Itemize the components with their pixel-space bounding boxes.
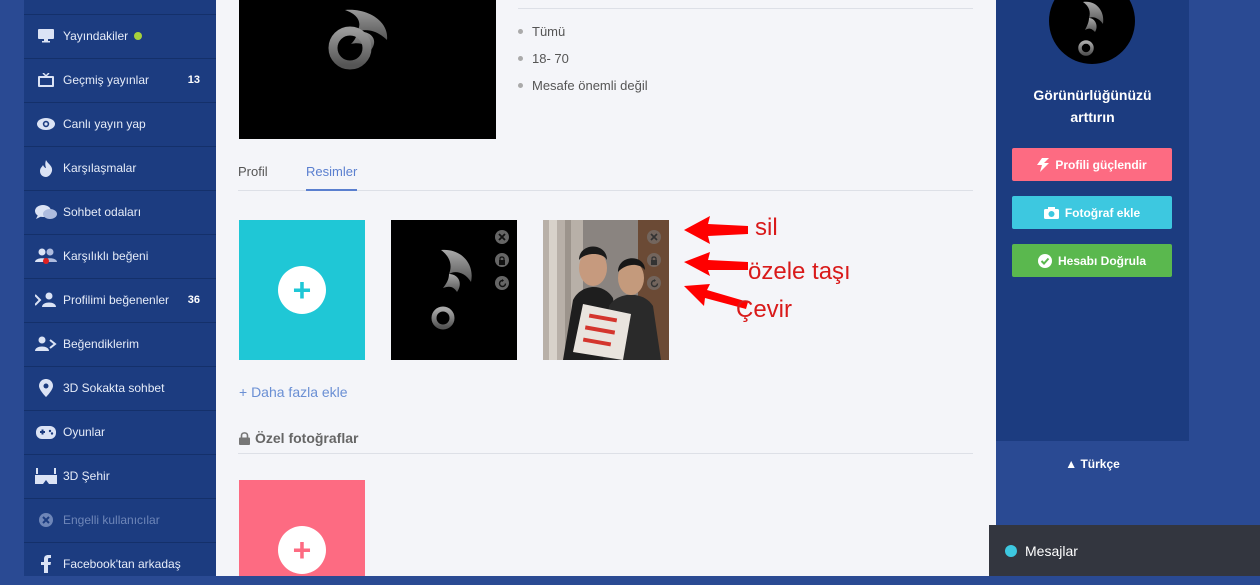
gamepad-icon xyxy=(34,425,58,439)
profile-likers-count: 36 xyxy=(187,294,200,306)
tab-pictures[interactable]: Resimler xyxy=(306,164,358,191)
lock-icon[interactable] xyxy=(495,253,509,267)
profile-photo[interactable] xyxy=(239,0,496,139)
promo-line-2: arttırın xyxy=(1070,109,1115,125)
verify-account-label: Hesabı Doğrula xyxy=(1057,253,1147,268)
brand-logo-icon xyxy=(328,9,388,70)
sidebar-item-live[interactable]: Yayındakiler xyxy=(24,14,216,57)
sidebar-item-go-live[interactable]: Canlı yayın yap xyxy=(24,102,216,145)
delete-icon[interactable] xyxy=(495,230,509,244)
user-arrow-icon xyxy=(34,292,58,308)
sidebar-item-label: Karşılaşmalar xyxy=(63,161,137,175)
flame-icon xyxy=(34,159,58,177)
private-photos-title: Özel fotoğraflar xyxy=(239,430,358,446)
sidebar-item-label: Sohbet odaları xyxy=(63,205,142,219)
live-indicator xyxy=(134,32,143,40)
sidebar: Yayındakiler Geçmiş yayınlar 13 Canlı ya… xyxy=(24,0,216,576)
photo-thumbnail-people[interactable] xyxy=(543,220,669,360)
info-divider xyxy=(518,8,973,9)
promo-line-1: Görünürlüğünüzü xyxy=(1033,87,1152,103)
sidebar-item-label: Yayındakiler xyxy=(63,29,129,43)
sidebar-item-matches[interactable]: Karşılaşmalar xyxy=(24,146,216,189)
past-streams-count: 13 xyxy=(187,74,200,86)
language-selector[interactable]: ▲ Türkçe xyxy=(996,457,1189,471)
rotate-icon[interactable] xyxy=(647,276,661,290)
sidebar-item-blocked-users[interactable]: Engelli kullanıcılar xyxy=(24,498,216,541)
pref-age-range: 18- 70 xyxy=(518,45,648,72)
sidebar-item-label: Facebook'tan arkadaş xyxy=(63,557,181,571)
sidebar-item-label: Engelli kullanıcılar xyxy=(63,513,160,527)
visibility-promo: Görünürlüğünüzü arttırın xyxy=(996,84,1189,128)
photo-thumbnail[interactable] xyxy=(391,220,517,360)
language-label: Türkçe xyxy=(1080,457,1120,471)
sidebar-item-label: Canlı yayın yap xyxy=(63,117,146,131)
sidebar-item-label: 3D Sokakta sohbet xyxy=(63,381,165,395)
lock-icon[interactable] xyxy=(647,253,661,267)
brand-logo-icon xyxy=(1078,1,1104,56)
delete-icon[interactable] xyxy=(647,230,661,244)
rotate-icon[interactable] xyxy=(495,276,509,290)
add-photo-button[interactable]: Fotoğraf ekle xyxy=(1012,196,1172,229)
annotation-private: özele taşı xyxy=(748,258,851,285)
sidebar-item-label: Oyunlar xyxy=(63,425,106,439)
sidebar-item-profile-likers[interactable]: Profilimi beğenenler 36 xyxy=(24,278,216,321)
sidebar-item-label: 3D Şehir xyxy=(63,469,110,483)
lightning-icon xyxy=(1037,157,1050,172)
caret-up-icon: ▲ xyxy=(1065,457,1078,471)
boost-profile-label: Profili güçlendir xyxy=(1055,157,1147,172)
user-like-icon xyxy=(34,336,58,352)
main-content: Tümü 18- 70 Mesafe önemli değil Profil R… xyxy=(216,0,996,576)
plus-icon: + xyxy=(278,526,326,574)
sidebar-item-my-likes[interactable]: Beğendiklerim xyxy=(24,322,216,365)
sidebar-item-3d-street[interactable]: 3D Sokakta sohbet xyxy=(24,366,216,409)
pref-gender: Tümü xyxy=(518,18,648,45)
facebook-icon xyxy=(34,555,58,573)
plus-icon: + xyxy=(278,266,326,314)
sidebar-item-label: Karşılıklı beğeni xyxy=(63,249,149,263)
sidebar-item-label: Geçmiş yayınlar xyxy=(63,73,150,87)
camera-icon xyxy=(1043,206,1059,219)
messages-bar[interactable]: Mesajlar xyxy=(989,525,1260,576)
sidebar-item-label: Profilimi beğenenler xyxy=(63,293,170,307)
tv-icon xyxy=(34,73,58,87)
vr-glasses-icon xyxy=(34,468,58,484)
online-status-dot xyxy=(1005,544,1017,557)
sidebar-item-chat-rooms[interactable]: Sohbet odaları xyxy=(24,190,216,233)
check-circle-icon xyxy=(1037,253,1052,268)
mutual-users-icon xyxy=(34,248,58,264)
add-photo-label: Fotoğraf ekle xyxy=(1064,205,1141,220)
add-photo-tile[interactable]: + xyxy=(239,220,365,360)
user-avatar[interactable] xyxy=(1049,0,1135,64)
sidebar-item-past-streams[interactable]: Geçmiş yayınlar 13 xyxy=(24,58,216,101)
sidebar-item-label: Beğendiklerim xyxy=(63,337,140,351)
sidebar-item-mutual-likes[interactable]: Karşılıklı beğeni xyxy=(24,234,216,277)
sidebar-item-facebook-friends[interactable]: Facebook'tan arkadaş xyxy=(24,542,216,585)
messages-label: Mesajlar xyxy=(1025,542,1078,559)
tab-profile[interactable]: Profil xyxy=(238,164,268,189)
boost-profile-button[interactable]: Profili güçlendir xyxy=(1012,148,1172,181)
lock-icon xyxy=(239,431,250,445)
verify-account-button[interactable]: Hesabı Doğrula xyxy=(1012,244,1172,277)
annotation-rotate: Çevir xyxy=(736,296,793,323)
monitor-icon xyxy=(34,29,58,43)
profile-tabs: Profil Resimler xyxy=(238,160,973,191)
sidebar-item-games[interactable]: Oyunlar xyxy=(24,410,216,453)
block-icon xyxy=(34,513,58,527)
private-photos-label: Özel fotoğraflar xyxy=(255,430,359,446)
profile-preferences: Tümü 18- 70 Mesafe önemli değil xyxy=(518,18,648,99)
section-divider xyxy=(238,453,973,454)
right-panel: Görünürlüğünüzü arttırın Profili güçlend… xyxy=(996,0,1189,441)
eye-icon xyxy=(34,118,58,130)
pref-distance: Mesafe önemli değil xyxy=(518,72,648,99)
map-pin-icon xyxy=(34,379,58,397)
sidebar-item-3d-city[interactable]: 3D Şehir xyxy=(24,454,216,497)
add-more-link[interactable]: + Daha fazla ekle xyxy=(239,384,348,400)
annotation-delete: sil xyxy=(755,214,778,241)
add-private-photo-tile[interactable]: + xyxy=(239,480,365,576)
chat-bubbles-icon xyxy=(34,204,58,220)
